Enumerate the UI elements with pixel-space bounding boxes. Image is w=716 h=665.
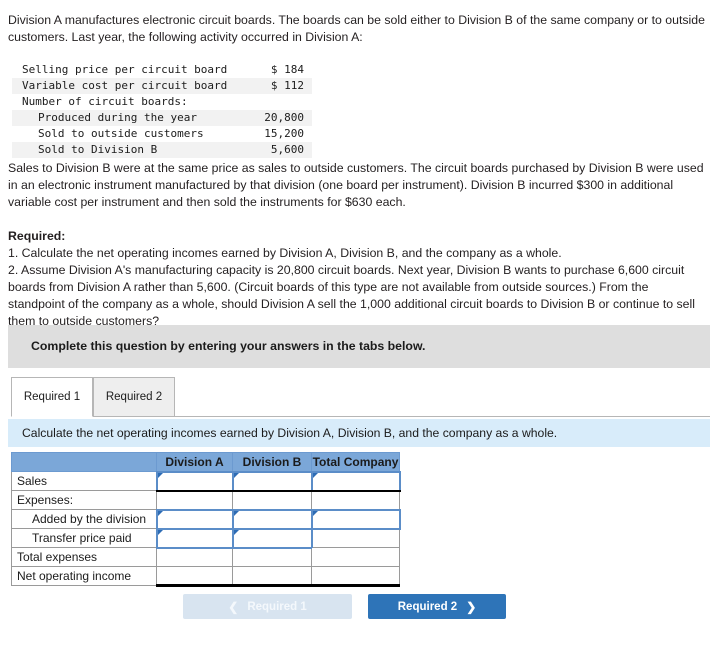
answer-table-row: Total expenses bbox=[11, 547, 400, 567]
answer-table-head: Division A Division B Total Company bbox=[11, 452, 400, 472]
instruction-banner-text: Complete this question by entering your … bbox=[31, 339, 426, 353]
required-item-2: 2. Assume Division A's manufacturing cap… bbox=[8, 263, 695, 328]
answer-table-col-division-b: Division B bbox=[232, 452, 312, 472]
answer-input-cell[interactable] bbox=[231, 527, 313, 549]
problem-data-value: 20,800 bbox=[264, 111, 304, 124]
problem-data-table: Selling price per circuit board $ 184 Vari… bbox=[12, 62, 312, 158]
answer-table-row-label: Sales bbox=[11, 471, 157, 491]
answer-table-row-label: Total expenses bbox=[11, 547, 157, 567]
instruction-banner: Complete this question by entering your … bbox=[8, 325, 710, 368]
problem-data-row: Produced during the year 20,800 bbox=[12, 110, 312, 126]
answer-input-cell[interactable] bbox=[155, 508, 234, 530]
problem-data-row: Selling price per circuit board $ 184 bbox=[12, 62, 312, 78]
problem-data-value: 15,200 bbox=[264, 127, 304, 140]
problem-data-row: Number of circuit boards: bbox=[12, 94, 312, 110]
problem-data-label: Number of circuit boards: bbox=[22, 95, 188, 108]
answer-static-cell bbox=[311, 566, 400, 587]
chevron-left-icon: ❮ bbox=[228, 599, 239, 614]
answer-static-cell bbox=[232, 566, 312, 587]
answer-input-cell[interactable] bbox=[231, 470, 313, 492]
next-requirement-label: Required 2 bbox=[397, 600, 458, 613]
problem-data-label: Selling price per circuit board bbox=[22, 63, 228, 76]
problem-data-label: Sold to outside customers bbox=[38, 127, 204, 140]
answer-static-cell bbox=[156, 566, 233, 587]
problem-data-label: Variable cost per circuit board bbox=[22, 79, 228, 92]
answer-table-row-label: Expenses: bbox=[11, 490, 157, 510]
answer-input-cell[interactable] bbox=[155, 527, 234, 549]
problem-data-value: $ 112 bbox=[270, 79, 304, 92]
tab-required-2-label: Required 2 bbox=[105, 391, 163, 403]
answer-input-cell[interactable] bbox=[231, 508, 313, 530]
question-banner: Calculate the net operating incomes earn… bbox=[8, 419, 710, 447]
problem-data-value: 5,600 bbox=[270, 143, 304, 156]
problem-data-value: $ 184 bbox=[270, 63, 304, 76]
answer-table-corner-cell bbox=[11, 452, 157, 472]
navigation-button-row: ❮ Required 1 Required 2 ❯ bbox=[0, 594, 716, 620]
answer-table-row-label: Added by the division bbox=[11, 509, 157, 529]
answer-table-row: Added by the division bbox=[11, 508, 401, 530]
tab-required-1-label: Required 1 bbox=[23, 391, 81, 403]
problem-data-row: Variable cost per circuit board $ 112 bbox=[12, 78, 312, 94]
answer-table-row-label: Transfer price paid bbox=[11, 528, 157, 548]
question-banner-text: Calculate the net operating incomes earn… bbox=[22, 426, 558, 440]
requirement-tabs: Required 1 Required 2 bbox=[11, 377, 710, 418]
answer-static-cell bbox=[232, 490, 312, 510]
problem-data-value bbox=[258, 94, 312, 110]
required-item-1: 1. Calculate the net operating incomes e… bbox=[8, 246, 562, 260]
answer-table-row: Net operating income bbox=[11, 566, 400, 587]
answer-table-body: Sales Expenses: Added by the division Trans… bbox=[11, 470, 401, 587]
answer-static-cell bbox=[232, 547, 312, 567]
problem-intro-paragraph: Division A manufactures electronic circu… bbox=[8, 13, 705, 44]
tab-required-1[interactable]: Required 1 bbox=[11, 377, 93, 417]
answer-input-cell[interactable] bbox=[310, 508, 401, 530]
problem-data-label: Sold to Division B bbox=[38, 143, 158, 156]
problem-data-label: Produced during the year bbox=[38, 111, 197, 124]
answer-static-cell bbox=[311, 490, 400, 510]
previous-requirement-label: Required 1 bbox=[247, 600, 307, 613]
previous-requirement-button[interactable]: ❮ Required 1 bbox=[183, 594, 352, 619]
problem-data-table-body: Selling price per circuit board $ 184 Vari… bbox=[12, 62, 312, 158]
next-requirement-button[interactable]: Required 2 ❯ bbox=[368, 594, 506, 619]
required-block: Required: 1. Calculate the net operating… bbox=[8, 228, 708, 330]
answer-static-cell bbox=[156, 490, 233, 510]
answer-table-col-division-a: Division A bbox=[156, 452, 233, 472]
answer-table-col-total-company: Total Company bbox=[311, 452, 400, 472]
answer-table-row: Sales bbox=[11, 470, 401, 492]
answer-table-row-label: Net operating income bbox=[11, 566, 157, 586]
problem-paragraph-2: Sales to Division B were at the same pri… bbox=[8, 161, 704, 209]
answer-table-header-row: Division A Division B Total Company bbox=[11, 452, 400, 472]
problem-data-row: Sold to outside customers 15,200 bbox=[12, 126, 312, 142]
problem-data-row: Sold to Division B 5,600 bbox=[12, 142, 312, 158]
answer-table-row: Transfer price paid bbox=[11, 527, 400, 549]
answer-input-cell[interactable] bbox=[310, 470, 401, 492]
answer-input-cell[interactable] bbox=[155, 470, 234, 492]
answer-static-cell bbox=[156, 547, 233, 567]
tab-required-2[interactable]: Required 2 bbox=[93, 377, 175, 417]
answer-table: Division A Division B Total Company Sale… bbox=[11, 452, 401, 587]
chevron-right-icon: ❯ bbox=[466, 599, 477, 614]
answer-static-cell bbox=[311, 547, 400, 567]
required-heading: Required: bbox=[8, 229, 66, 243]
answer-static-cell bbox=[311, 528, 400, 548]
answer-table-row: Expenses: bbox=[11, 490, 400, 510]
